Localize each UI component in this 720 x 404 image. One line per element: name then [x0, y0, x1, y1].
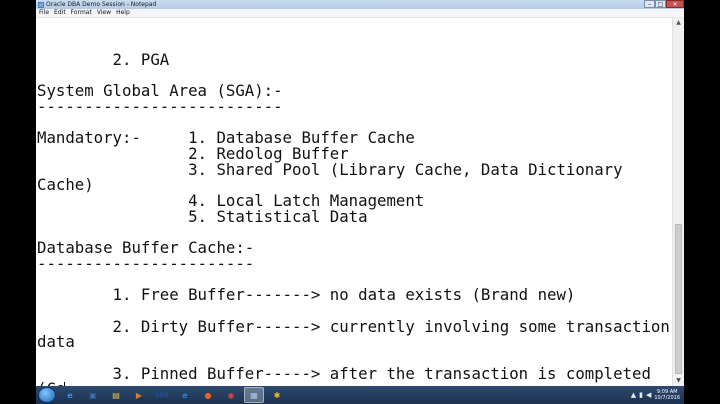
- pinned-apps: e ▣ ▤ ▶ SAS e ● ◉ ▦ ✱: [60, 387, 290, 403]
- menu-bar: File Edit Format View Help: [36, 9, 684, 18]
- close-button[interactable]: ✕: [666, 0, 684, 8]
- firefox-icon[interactable]: ●: [198, 387, 218, 403]
- right-letterbox: [684, 0, 720, 404]
- menu-format[interactable]: Format: [71, 9, 92, 17]
- text-line: 5. Statistical Data: [37, 206, 368, 226]
- notepad-icon[interactable]: ▦: [244, 387, 264, 403]
- window-title: Oracle DBA Demo Session - Notepad: [46, 1, 157, 8]
- text-line: --------------------------: [37, 96, 283, 116]
- text-line: data: [37, 332, 75, 352]
- media-player-icon[interactable]: ▶: [129, 387, 149, 403]
- text-line: 3. Pinned Buffer-----> after the transac…: [37, 363, 651, 383]
- start-button[interactable]: [38, 387, 56, 403]
- volume-icon[interactable]: ◀: [646, 391, 651, 399]
- menu-edit[interactable]: Edit: [54, 9, 66, 17]
- clock[interactable]: 9:09 AM 10/7/2016: [654, 389, 680, 401]
- scroll-down-arrow-icon[interactable]: ▼: [673, 376, 684, 386]
- text-line: -----------------------: [37, 253, 255, 273]
- notepad-app-icon: [38, 1, 44, 8]
- left-letterbox: [0, 0, 36, 404]
- scroll-up-arrow-icon[interactable]: ▲: [673, 18, 684, 28]
- title-bar[interactable]: Oracle DBA Demo Session - Notepad – □ ✕: [36, 0, 684, 9]
- window-controls: – □ ✕: [644, 0, 684, 9]
- taskbar: e ▣ ▤ ▶ SAS e ● ◉ ▦ ✱ ▲ ▮ ◀ 9:09 AM 10/7/2016: [36, 386, 684, 404]
- text-line: 1. Free Buffer-------> no data exists (B…: [37, 285, 576, 305]
- document-text[interactable]: 2. PGA System Global Area (SGA):- ------…: [37, 36, 670, 386]
- show-hidden-icons-icon[interactable]: ▲: [631, 391, 636, 399]
- maximize-button[interactable]: □: [655, 0, 666, 8]
- chrome-icon[interactable]: ◉: [221, 387, 241, 403]
- text-area[interactable]: 2. PGA System Global Area (SGA):- ------…: [36, 18, 672, 386]
- virtualbox-icon[interactable]: ▣: [83, 387, 103, 403]
- menu-help[interactable]: Help: [116, 9, 130, 17]
- network-icon[interactable]: ▮: [639, 391, 643, 399]
- clock-date: 10/7/2016: [654, 395, 680, 401]
- notepad-window: Oracle DBA Demo Session - Notepad – □ ✕ …: [36, 0, 684, 386]
- app-icon-yellow[interactable]: ✱: [267, 387, 287, 403]
- menu-view[interactable]: View: [97, 9, 111, 17]
- text-line: 2. Dirty Buffer------> currently involvi…: [37, 316, 670, 336]
- ie-icon[interactable]: e: [60, 387, 80, 403]
- text-line: 3. Shared Pool (Library Cache, Data Dict…: [37, 159, 623, 179]
- system-tray: ▲ ▮ ◀ 9:09 AM 10/7/2016: [631, 386, 684, 404]
- minimize-button[interactable]: –: [644, 0, 655, 8]
- scrollbar-thumb[interactable]: [675, 224, 682, 374]
- ie-icon-2[interactable]: e: [175, 387, 195, 403]
- sas-icon[interactable]: SAS: [152, 387, 172, 403]
- explorer-icon[interactable]: ▤: [106, 387, 126, 403]
- vertical-scrollbar[interactable]: ▲ ▼: [672, 18, 684, 386]
- text-line: 2. PGA: [37, 49, 170, 69]
- menu-file[interactable]: File: [39, 9, 49, 17]
